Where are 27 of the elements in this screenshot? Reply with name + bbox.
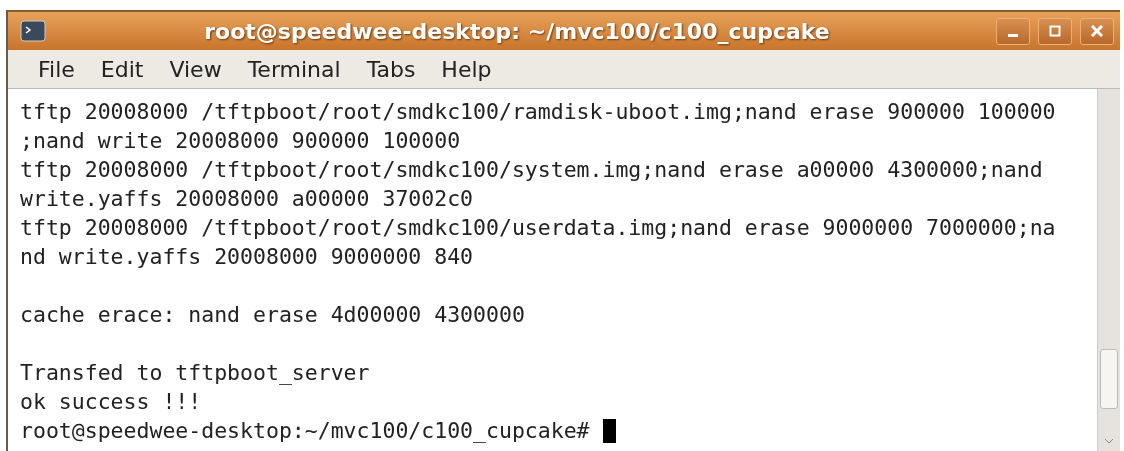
text-cursor	[602, 418, 616, 443]
scrollbar-thumb[interactable]	[1100, 349, 1118, 409]
terminal-line: ;nand write 20008000 900000 100000	[20, 127, 462, 155]
scrollbar[interactable]	[1097, 89, 1120, 451]
terminal-line: nd write.yaffs 20008000 9000000 840	[20, 243, 475, 271]
terminal-line: Transfed to tftpboot_server	[20, 359, 371, 387]
window-title: root@speedwee-desktop: ~/mvc100/c100_cupcake	[203, 18, 831, 44]
minimize-button[interactable]	[996, 17, 1030, 45]
maximize-icon	[1049, 25, 1061, 37]
close-button[interactable]	[1080, 17, 1114, 45]
terminal-line: tftp 20008000 /tftpboot/root/smdkc100/userdata.img;nand erase 9000000 7000000;na	[20, 214, 1057, 242]
terminal-line: ok success !!!	[20, 388, 203, 416]
terminal-line: cache erace: nand erase 4d00000 4300000	[20, 301, 526, 329]
shell-prompt: root@speedwee-desktop:~/mvc100/c100_cupcake#	[20, 417, 590, 445]
menu-item[interactable]: Tabs	[360, 54, 422, 84]
terminal-icon	[20, 20, 46, 42]
menu-item[interactable]: File	[32, 54, 81, 84]
terminal-line: tftp 20008000 /tftpboot/root/smdkc100/ramdisk-uboot.img;nand erase 900000 100000	[20, 98, 1057, 126]
menu-item[interactable]: Terminal	[241, 54, 347, 84]
menu-item[interactable]: Help	[435, 54, 498, 84]
terminal-line: tftp 20008000 /tftpboot/root/smdkc100/system.img;nand erase a00000 4300000;nand	[20, 156, 1044, 184]
menu-item[interactable]: View	[163, 54, 228, 84]
terminal-line: write.yaffs 20008000 a00000 37002c0	[20, 185, 475, 213]
minimize-icon	[1008, 33, 1018, 37]
maximize-button[interactable]	[1038, 17, 1072, 45]
menu-item[interactable]: Edit	[94, 54, 150, 84]
close-icon	[1091, 25, 1103, 37]
